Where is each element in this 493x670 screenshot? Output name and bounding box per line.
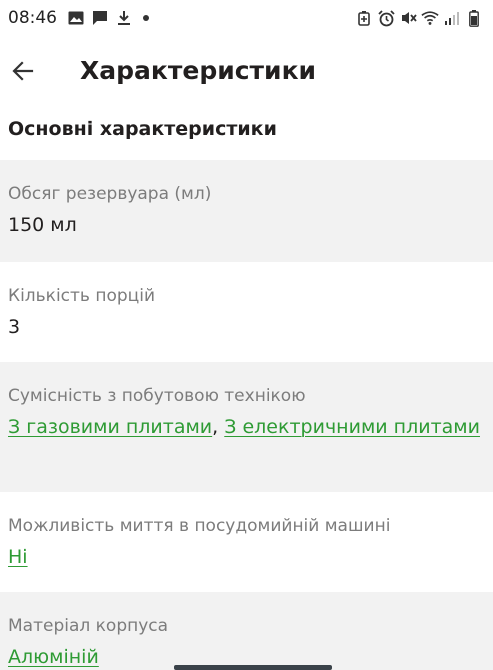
spec-value: 3 xyxy=(8,316,21,338)
battery-icon xyxy=(465,9,483,27)
spec-row-compatibility: Сумісність з побутовою технікою З газови… xyxy=(0,362,493,492)
back-button[interactable] xyxy=(0,50,46,96)
spec-label: Можливість миття в посудомийній машині xyxy=(8,516,391,536)
wifi-icon xyxy=(421,9,439,27)
electric-stoves-link[interactable]: З електричними плитами xyxy=(224,416,480,438)
page-title: Характеристики xyxy=(80,56,317,85)
spec-row-tank-volume: Обсяг резервуара (мл) 150 мл xyxy=(0,160,493,262)
spec-label: Матеріал корпуса xyxy=(8,616,169,636)
download-icon xyxy=(115,9,133,27)
spec-row-body-material: Матеріал корпуса Алюміній xyxy=(0,592,493,670)
spec-row-dishwasher: Можливість миття в посудомийній машині Н… xyxy=(0,492,493,592)
status-right xyxy=(355,9,483,27)
spec-links: З газовими плитами, З електричними плита… xyxy=(8,412,485,442)
alarm-icon xyxy=(377,9,395,27)
app-bar: Характеристики xyxy=(0,48,493,98)
status-left: 08:46 xyxy=(8,8,149,28)
dishwasher-value-link[interactable]: Ні xyxy=(8,546,28,568)
section-title: Основні характеристики xyxy=(8,118,277,140)
spec-links: Ні xyxy=(8,542,485,572)
arrow-left-icon xyxy=(11,59,35,87)
message-icon xyxy=(91,9,109,27)
mute-icon xyxy=(399,9,417,27)
spec-value: 150 мл xyxy=(8,214,77,236)
status-time: 08:46 xyxy=(8,8,57,28)
spec-row-portions: Кількість порцій 3 xyxy=(0,262,493,362)
bottom-sheet-handle[interactable] xyxy=(174,665,332,670)
spec-label: Кількість порцій xyxy=(8,286,155,306)
dot-icon xyxy=(143,15,149,21)
gas-stoves-link[interactable]: З газовими плитами xyxy=(8,416,212,438)
signal-icon xyxy=(443,9,461,27)
spec-label: Сумісність з побутовою технікою xyxy=(8,386,306,406)
spec-label: Обсяг резервуара (мл) xyxy=(8,184,212,204)
link-separator: , xyxy=(212,416,225,438)
battery-saver-icon xyxy=(355,9,373,27)
image-icon xyxy=(67,9,85,27)
material-value-link[interactable]: Алюміній xyxy=(8,646,99,668)
status-bar: 08:46 xyxy=(0,0,493,36)
